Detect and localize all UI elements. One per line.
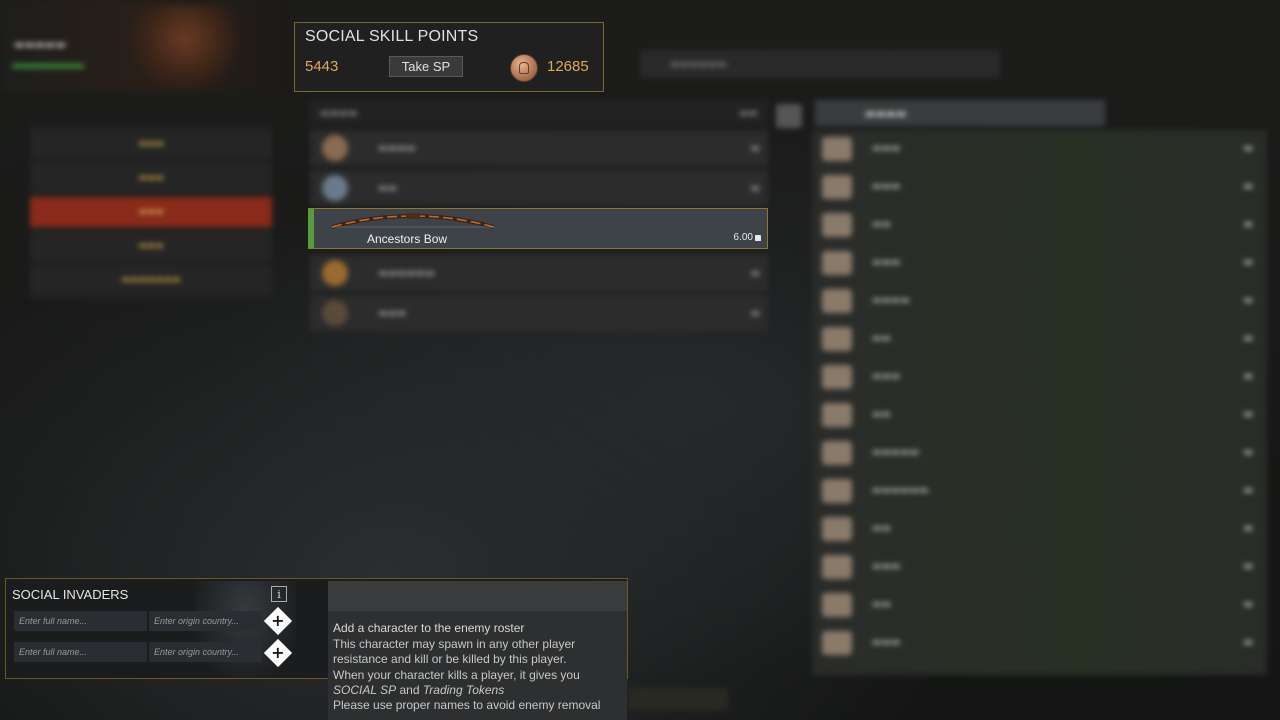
left-menu-item[interactable]: ▬▬▬ — [30, 163, 272, 193]
selected-item-row[interactable]: Ancestors Bow 6.00 — [308, 208, 768, 249]
center-list-header: ▬▬▬▬ ▬▬ — [310, 100, 768, 126]
list-item[interactable]: ▬▬ ▬ — [812, 396, 1267, 434]
social-invaders-panel: SOCIAL INVADERS i Enter full name... Ent… — [5, 578, 628, 720]
tooltip-header — [328, 581, 627, 611]
ssp-value: 5443 — [305, 58, 339, 75]
character-health-bar — [12, 64, 84, 68]
left-menu-item[interactable]: ▬▬▬ — [30, 231, 272, 261]
ssp-title: SOCIAL SKILL POINTS — [305, 28, 479, 45]
list-item[interactable]: ▬▬▬ ▬ — [310, 295, 768, 331]
weight-icon — [755, 234, 761, 241]
list-item[interactable]: ▬▬▬▬ ▬ — [310, 130, 768, 166]
tooltip-social-sp: SOCIAL SP — [333, 682, 397, 697]
tooltip-body: This character may spawn in any other pl… — [333, 637, 618, 713]
list-item[interactable]: ▬▬▬▬ ▬ — [812, 282, 1267, 320]
social-invaders-title: SOCIAL INVADERS — [12, 587, 129, 602]
take-sp-button[interactable]: Take SP — [389, 56, 463, 77]
origin-country-input-1[interactable]: Enter origin country... — [149, 611, 262, 631]
left-menu: ▬▬▬ ▬▬▬ ▬▬▬ ▬▬▬ ▬▬▬▬▬▬▬ — [30, 125, 272, 300]
list-item[interactable]: ▬▬▬ ▬ — [812, 548, 1267, 586]
right-panel-header: ▬▬▬▬ — [815, 100, 1105, 126]
left-menu-item[interactable]: ▬▬▬▬▬▬▬ — [30, 265, 272, 295]
list-item[interactable]: ▬▬▬▬▬▬ ▬ — [812, 472, 1267, 510]
character-header: ▬▬▬▬▬ — [0, 0, 290, 92]
list-item[interactable]: ▬▬ ▬ — [812, 206, 1267, 244]
list-item[interactable]: ▬▬ ▬ — [812, 320, 1267, 358]
full-name-input-1[interactable]: Enter full name... — [14, 611, 147, 631]
tooltip-line-2: When your character kills a player, it g… — [333, 668, 618, 699]
tooltip-line-2-prefix: When your character kills a player, it g… — [333, 667, 580, 682]
bow-icon — [331, 213, 495, 229]
item-name: Ancestors Bow — [367, 232, 448, 246]
tooltip-line-3: Please use proper names to avoid enemy r… — [333, 698, 601, 713]
inventory-list-blurred: ▬▬▬ ▬ ▬▬▬ ▬ ▬▬ ▬ ▬▬▬ ▬ ▬▬▬▬ ▬ ▬▬ ▬ ▬▬▬ ▬ ▬▬ ▬ ▬▬… — [812, 130, 1267, 675]
list-item[interactable]: ▬▬ ▬ — [812, 510, 1267, 548]
list-item[interactable]: ▬▬▬ ▬ — [812, 168, 1267, 206]
tooltip-trading-tokens: Trading Tokens — [422, 682, 505, 697]
list-item[interactable]: ▬▬ ▬ — [310, 170, 768, 206]
info-icon[interactable]: i — [271, 586, 287, 602]
tooltip-line-2-mid: and — [396, 682, 423, 697]
search-bar-blurred[interactable]: ▬▬▬▬▬▬ — [640, 50, 1000, 78]
list-item[interactable]: ▬▬▬ ▬ — [812, 358, 1267, 396]
tooltip-line-1: This character may spawn in any other pl… — [333, 637, 576, 667]
bottom-strip-blurred — [628, 688, 728, 710]
left-menu-item[interactable]: ▬▬▬ — [30, 129, 272, 159]
list-item[interactable]: ▬▬▬ ▬ — [812, 130, 1267, 168]
item-weight-value: 6.00 — [733, 232, 753, 243]
invader-tooltip: Add a character to the enemy roster This… — [328, 581, 627, 720]
social-skill-points-panel: SOCIAL SKILL POINTS 5443 Take SP 12685 — [294, 22, 604, 92]
left-menu-item-active[interactable]: ▬▬▬ — [30, 197, 272, 227]
list-item[interactable]: ▬▬ ▬ — [812, 586, 1267, 624]
full-name-input-2[interactable]: Enter full name... — [14, 642, 147, 662]
coin-value: 12685 — [547, 58, 589, 75]
origin-country-input-2[interactable]: Enter origin country... — [149, 642, 262, 662]
list-item[interactable]: ▬▬▬▬▬ ▬ — [812, 434, 1267, 472]
list-item[interactable]: ▬▬▬▬▬▬ ▬ — [310, 255, 768, 291]
character-portrait — [130, 5, 240, 90]
list-item[interactable]: ▬▬▬ ▬ — [812, 244, 1267, 282]
tooltip-title: Add a character to the enemy roster — [333, 621, 525, 635]
filter-icon[interactable] — [776, 104, 802, 128]
coin-icon — [510, 54, 538, 82]
character-name-blurred: ▬▬▬▬▬ — [14, 38, 66, 51]
list-item[interactable]: ▬▬▬ ▬ — [812, 624, 1267, 662]
item-weight: 6.00 — [734, 232, 761, 243]
